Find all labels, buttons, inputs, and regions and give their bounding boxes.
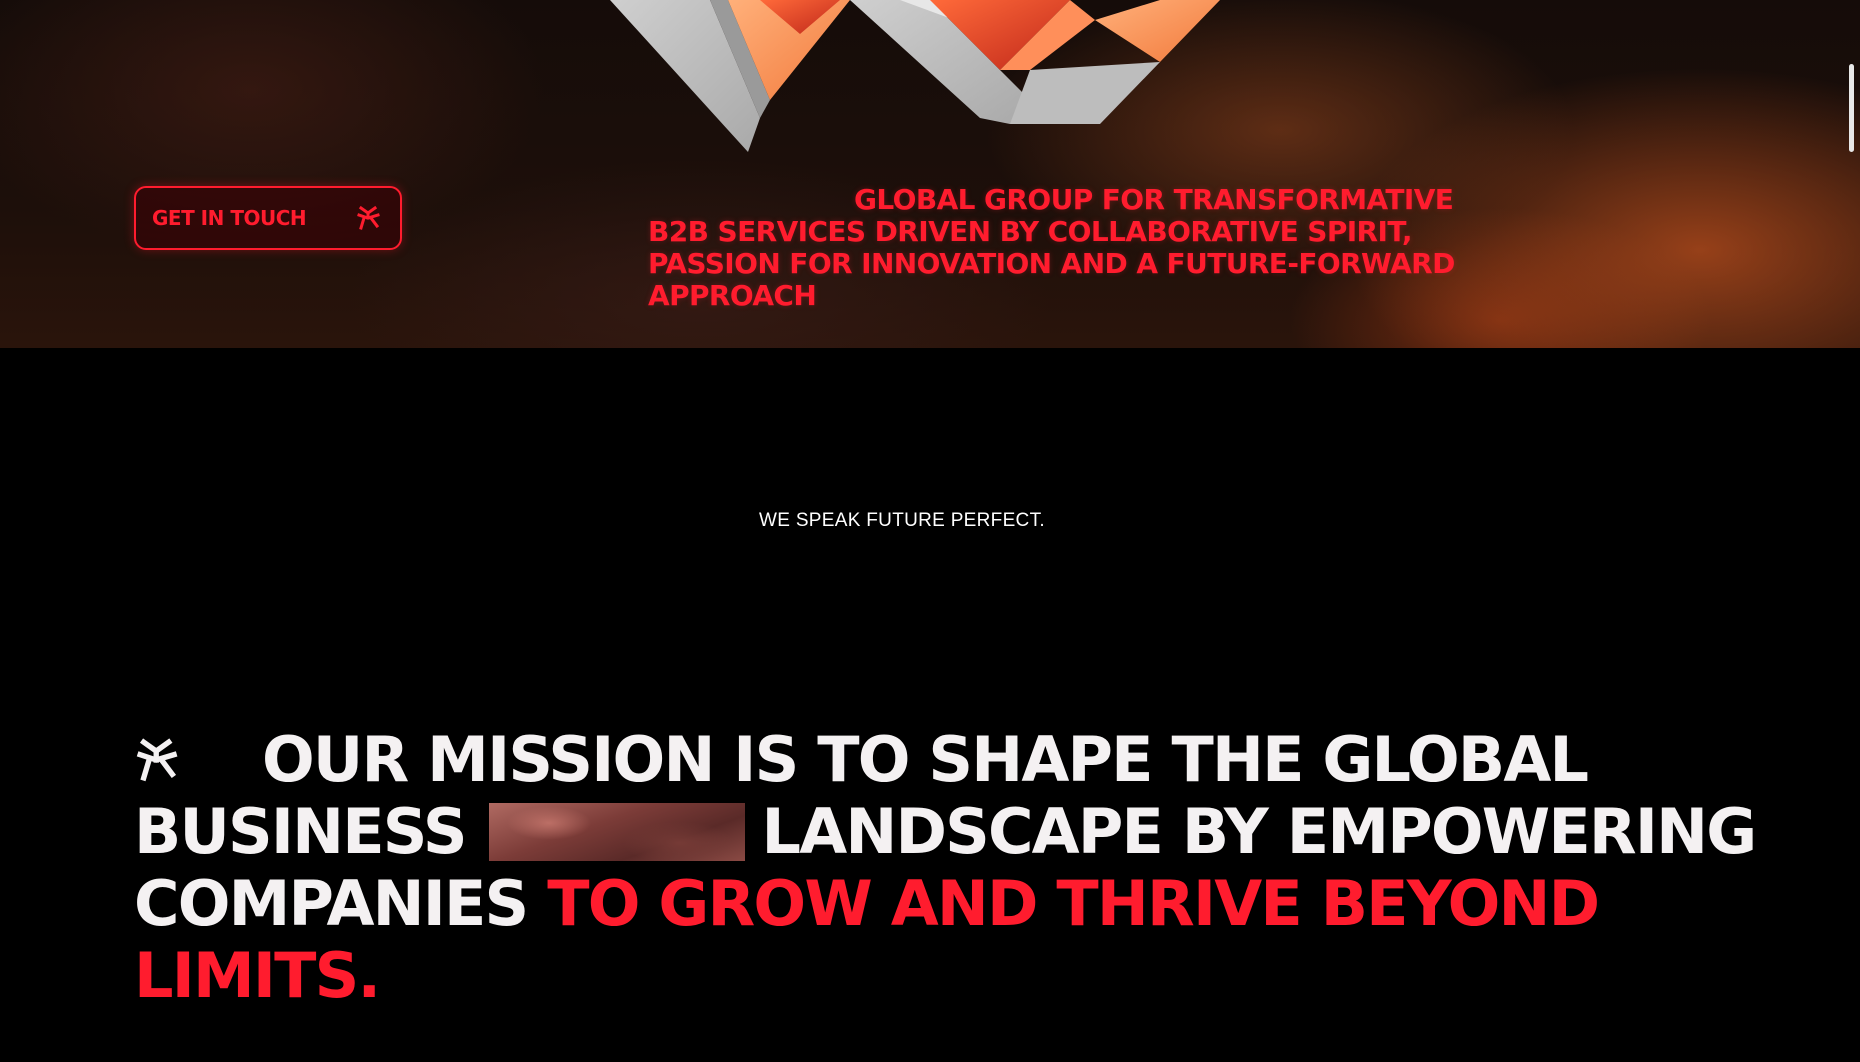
mission-text-2b: LANDSCAPE BY EMPOWERING (761, 795, 1757, 868)
brand-mark-icon (134, 728, 182, 782)
mission-line-1: OUR MISSION IS TO SHAPE THE GLOBAL (134, 724, 1694, 796)
brand-mark-icon (354, 203, 384, 233)
hero-3d-logo (610, 0, 1220, 152)
hero-tagline: GLOBAL GROUP FOR TRANSFORMATIVE B2B SERV… (648, 183, 1455, 312)
mission-statement: OUR MISSION IS TO SHAPE THE GLOBAL BUSIN… (134, 724, 1757, 1012)
section-eyebrow: WE SPEAK FUTURE PERFECT. (759, 510, 1045, 531)
mission-text-2a: BUSINESS (134, 795, 467, 868)
mission-accent-4: LIMITS. (134, 939, 381, 1012)
scrollbar-thumb[interactable] (1849, 64, 1854, 152)
mission-line-4: LIMITS. (134, 940, 1694, 1012)
page: GET IN TOUCH GLOBAL GROUP FOR TRANSFORMA… (0, 0, 1860, 1062)
mission-text-3a: COMPANIES (134, 867, 529, 940)
hero-section: GET IN TOUCH GLOBAL GROUP FOR TRANSFORMA… (0, 0, 1860, 348)
mission-line-3: COMPANIES TO GROW AND THRIVE BEYOND (134, 868, 1694, 940)
page-scrollbar[interactable] (1844, 0, 1860, 1062)
mission-line-2: BUSINESS LANDSCAPE BY EMPOWERING (134, 795, 1757, 868)
get-in-touch-button[interactable]: GET IN TOUCH (134, 186, 402, 250)
get-in-touch-label: GET IN TOUCH (152, 206, 307, 230)
mission-accent-3: TO GROW AND THRIVE BEYOND (547, 867, 1600, 940)
mission-inline-image (489, 803, 746, 861)
mission-text-1: OUR MISSION IS TO SHAPE THE GLOBAL (262, 723, 1589, 796)
